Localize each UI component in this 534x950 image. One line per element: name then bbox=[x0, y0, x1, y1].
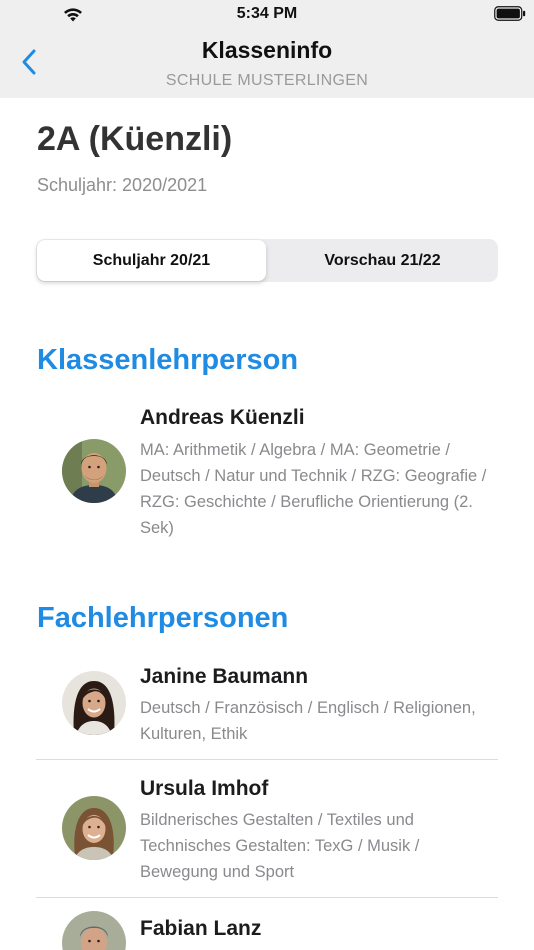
school-year-segmented-control: Schuljahr 20/21 Vorschau 21/22 bbox=[36, 239, 498, 282]
avatar bbox=[62, 911, 126, 950]
status-time: 5:34 PM bbox=[236, 5, 298, 22]
subject-teacher-row[interactable]: Fabian Lanz bbox=[36, 911, 498, 950]
subject-teacher-row[interactable]: Ursula Imhof Bildnerisches Gestalten / T… bbox=[36, 774, 498, 896]
page-subtitle: SCHULE MUSTERLINGEN bbox=[165, 72, 369, 89]
navigation-bar: Klasseninfo SCHULE MUSTERLINGEN bbox=[0, 28, 534, 98]
avatar bbox=[62, 439, 126, 503]
teacher-subjects: Bildnerisches Gestalten / Textiles und T… bbox=[140, 811, 420, 881]
class-name: 2A (Küenzli) bbox=[37, 120, 233, 158]
subject-teacher-row[interactable]: Janine Baumann Deutsch / Französisch / E… bbox=[36, 662, 498, 758]
segment-current-year[interactable]: Schuljahr 20/21 bbox=[37, 240, 266, 281]
battery-icon bbox=[494, 6, 526, 21]
status-bar: 5:34 PM bbox=[0, 0, 534, 28]
section-header-class-teacher: Klassenlehrperson bbox=[37, 344, 299, 376]
segment-preview-year[interactable]: Vorschau 21/22 bbox=[267, 239, 498, 282]
page-title: Klasseninfo bbox=[201, 37, 333, 63]
class-teacher-row[interactable]: Andreas Küenzli MA: Arithmetik / Algebra… bbox=[36, 404, 498, 544]
section-header-subject-teachers: Fachlehrpersonen bbox=[37, 602, 289, 634]
row-divider bbox=[36, 897, 498, 898]
teacher-name: Fabian Lanz bbox=[140, 917, 262, 940]
school-year-label: Schuljahr: 2020/2021 bbox=[37, 175, 208, 195]
teacher-name: Janine Baumann bbox=[140, 665, 309, 688]
avatar bbox=[62, 796, 126, 860]
avatar bbox=[62, 671, 126, 735]
teacher-name: Andreas Küenzli bbox=[140, 406, 305, 429]
row-divider bbox=[36, 759, 498, 760]
teacher-subjects: MA: Arithmetik / Algebra / MA: Geometrie… bbox=[140, 441, 487, 537]
teacher-name: Ursula Imhof bbox=[140, 777, 269, 800]
teacher-subjects: Deutsch / Französisch / Englisch / Relig… bbox=[140, 699, 476, 743]
